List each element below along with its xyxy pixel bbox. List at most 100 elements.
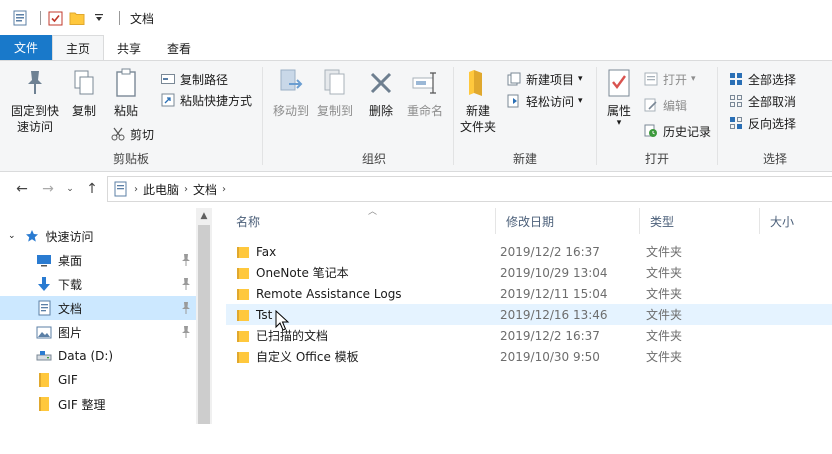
explorer-properties-icon[interactable]	[12, 10, 28, 26]
easy-access-button[interactable]: 轻松访问 ▾	[506, 91, 583, 111]
file-date: 2019/12/11 15:04	[500, 286, 608, 301]
new-item-button[interactable]: 新建项目 ▾	[506, 69, 583, 89]
copy-path-button[interactable]: 复制路径	[160, 69, 228, 89]
scissors-icon	[110, 126, 126, 142]
window-title: 文档	[130, 11, 155, 26]
file-row[interactable]: OneNote 笔记本 2019/10/29 13:04 文件夹	[226, 262, 832, 283]
column-header-size[interactable]: 大小	[760, 208, 832, 234]
nav-label: 文档	[58, 301, 83, 316]
forward-button[interactable]: →	[38, 178, 58, 200]
cut-button[interactable]: 剪切	[110, 124, 154, 144]
file-row[interactable]: 已扫描的文档 2019/12/2 16:37 文件夹	[226, 325, 832, 346]
nav-label: GIF	[58, 373, 78, 387]
tab-file[interactable]: 文件	[0, 35, 53, 60]
folder-icon	[36, 372, 52, 388]
new-folder-button[interactable]: 新建 文件夹	[454, 67, 502, 135]
select-all-icon	[728, 71, 744, 87]
copy-path-label: 复制路径	[180, 72, 229, 87]
file-name: Tst	[256, 307, 273, 322]
history-button[interactable]: 历史记录	[643, 121, 711, 141]
nav-quick-access[interactable]: ⌄ 快速访问	[0, 224, 196, 248]
nav-label: GIF 整理	[58, 397, 106, 412]
move-to-icon	[275, 67, 307, 99]
new-item-label: 新建项目	[526, 72, 575, 87]
pin-quick-access-button[interactable]: 固定到快 速访问	[8, 67, 62, 135]
folder-icon	[237, 351, 249, 363]
copy-to-button[interactable]: 复制到	[313, 67, 357, 119]
file-row[interactable]: Fax 2019/12/2 16:37 文件夹	[226, 241, 832, 262]
pin-icon[interactable]	[180, 301, 192, 315]
copy-button[interactable]: 复制	[64, 67, 104, 119]
file-row[interactable]: Tst 2019/12/16 13:46 文件夹	[226, 304, 832, 325]
select-all-button[interactable]: 全部选择	[728, 69, 796, 89]
chevron-down-icon[interactable]: ⌄	[8, 231, 16, 241]
file-row[interactable]: Remote Assistance Logs 2019/12/11 15:04 …	[226, 283, 832, 304]
breadcrumb-this-pc[interactable]: 此电脑	[138, 181, 184, 198]
checkbox-properties-icon[interactable]	[47, 10, 63, 26]
cut-label: 剪切	[130, 127, 155, 142]
scrollbar-thumb[interactable]	[198, 225, 210, 424]
breadcrumb-separator-icon[interactable]: ›	[222, 184, 226, 195]
file-row[interactable]: 自定义 Office 模板 2019/10/30 9:50 文件夹	[226, 346, 832, 367]
column-header-type[interactable]: 类型	[640, 208, 760, 234]
nav-pictures[interactable]: 图片	[0, 320, 196, 344]
file-date: 2019/12/2 16:37	[500, 328, 600, 343]
nav-desktop[interactable]: 桌面	[0, 248, 196, 272]
quick-access-dropdown-icon[interactable]	[91, 10, 107, 26]
open-icon	[643, 71, 659, 87]
address-bar[interactable]: › 此电脑 › 文档 ›	[107, 176, 832, 202]
paste-button[interactable]: 粘贴	[106, 67, 146, 119]
tab-home[interactable]: 主页	[52, 35, 105, 60]
nav-folder-gif-organize[interactable]: GIF 整理	[0, 392, 196, 416]
select-none-button[interactable]: 全部取消	[728, 91, 796, 111]
breadcrumb-documents[interactable]: 文档	[188, 181, 222, 198]
select-none-label: 全部取消	[748, 94, 797, 109]
move-to-button[interactable]: 移动到	[269, 67, 313, 119]
recent-locations-button[interactable]: ⌄	[60, 178, 80, 200]
pin-icon[interactable]	[180, 277, 192, 291]
copy-path-icon	[160, 71, 176, 87]
copy-label: 复制	[71, 104, 96, 118]
nav-documents[interactable]: 文档	[0, 296, 196, 320]
up-button[interactable]: ↑	[82, 178, 102, 200]
rename-icon	[409, 67, 441, 99]
clipboard-group-label: 剪贴板	[112, 152, 149, 166]
open-button[interactable]: 打开 ▾	[643, 69, 696, 89]
new-item-dropdown-icon: ▾	[578, 74, 583, 84]
properties-button[interactable]: 属性 ▾	[601, 67, 637, 128]
pin-icon[interactable]	[180, 325, 192, 339]
rename-button[interactable]: 重命名	[403, 67, 447, 119]
pin-icon[interactable]	[180, 253, 192, 267]
file-name: Fax	[256, 244, 277, 259]
move-to-label: 移动到	[272, 104, 309, 118]
navigation-pane: ⌄ 快速访问 桌面 下载 文档 图片 Data (D:) GIF GIF 整理 …	[0, 208, 212, 454]
delete-button[interactable]: 删除	[361, 67, 401, 119]
back-button[interactable]: ←	[12, 178, 32, 200]
column-header-date[interactable]: 修改日期	[496, 208, 640, 234]
paste-shortcut-button[interactable]: 粘贴快捷方式	[160, 90, 252, 110]
nav-data-drive[interactable]: Data (D:)	[0, 344, 196, 368]
nav-pane-scrollbar[interactable]: ▲	[196, 208, 212, 424]
new-folder-quick-icon[interactable]	[69, 10, 85, 26]
tab-view[interactable]: 查看	[154, 36, 204, 60]
nav-downloads[interactable]: 下载	[0, 272, 196, 296]
scroll-up-icon[interactable]: ▲	[196, 208, 212, 224]
file-name: Remote Assistance Logs	[256, 286, 402, 301]
paste-shortcut-icon	[160, 92, 176, 108]
navigation-bar: ← → ⌄ ↑ › 此电脑 › 文档 ›	[0, 176, 832, 202]
paste-label: 粘贴	[113, 104, 138, 118]
file-type: 文件夹	[646, 245, 683, 259]
column-header-label: 修改日期	[506, 214, 555, 229]
folder-icon	[237, 309, 249, 321]
file-date: 2019/12/2 16:37	[500, 244, 600, 259]
nav-folder-gif[interactable]: GIF	[0, 368, 196, 392]
invert-selection-button[interactable]: 反向选择	[728, 113, 796, 133]
file-type: 文件夹	[646, 266, 683, 280]
chevron-down-icon: ⌄	[66, 184, 74, 194]
edit-button[interactable]: 编辑	[643, 95, 687, 115]
new-group: 新建 文件夹 新建项目 ▾ 轻松访问 ▾ 新建	[454, 61, 596, 172]
column-header-name[interactable]: ︿ 名称	[226, 207, 496, 234]
pin-label: 固定到快 速访问	[10, 104, 59, 134]
tab-share[interactable]: 共享	[104, 36, 154, 60]
file-name: 已扫描的文档	[256, 329, 329, 343]
